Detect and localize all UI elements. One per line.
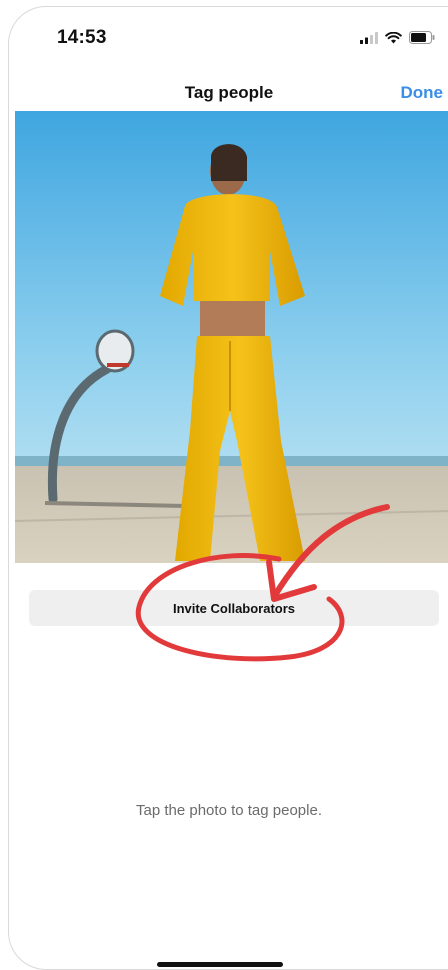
photo-image (14, 111, 448, 563)
status-time: 14:53 (57, 27, 107, 48)
tag-hint-text: Tap the photo to tag people. (136, 802, 322, 819)
status-icons (360, 31, 435, 49)
status-bar: 14:53 (9, 7, 448, 67)
invite-collaborators-button[interactable]: Invite Collaborators (29, 590, 439, 626)
photo-tag-area[interactable] (14, 111, 448, 563)
wifi-icon (385, 31, 402, 49)
done-button[interactable]: Done (401, 83, 444, 103)
battery-icon (409, 31, 435, 49)
header: Tag people Done (9, 67, 448, 117)
page-title: Tag people (184, 83, 274, 102)
home-indicator (157, 962, 283, 967)
signal-icon (360, 31, 378, 49)
phone-screen: 14:53 Tag people Done Invite Collaborato… (8, 6, 448, 970)
